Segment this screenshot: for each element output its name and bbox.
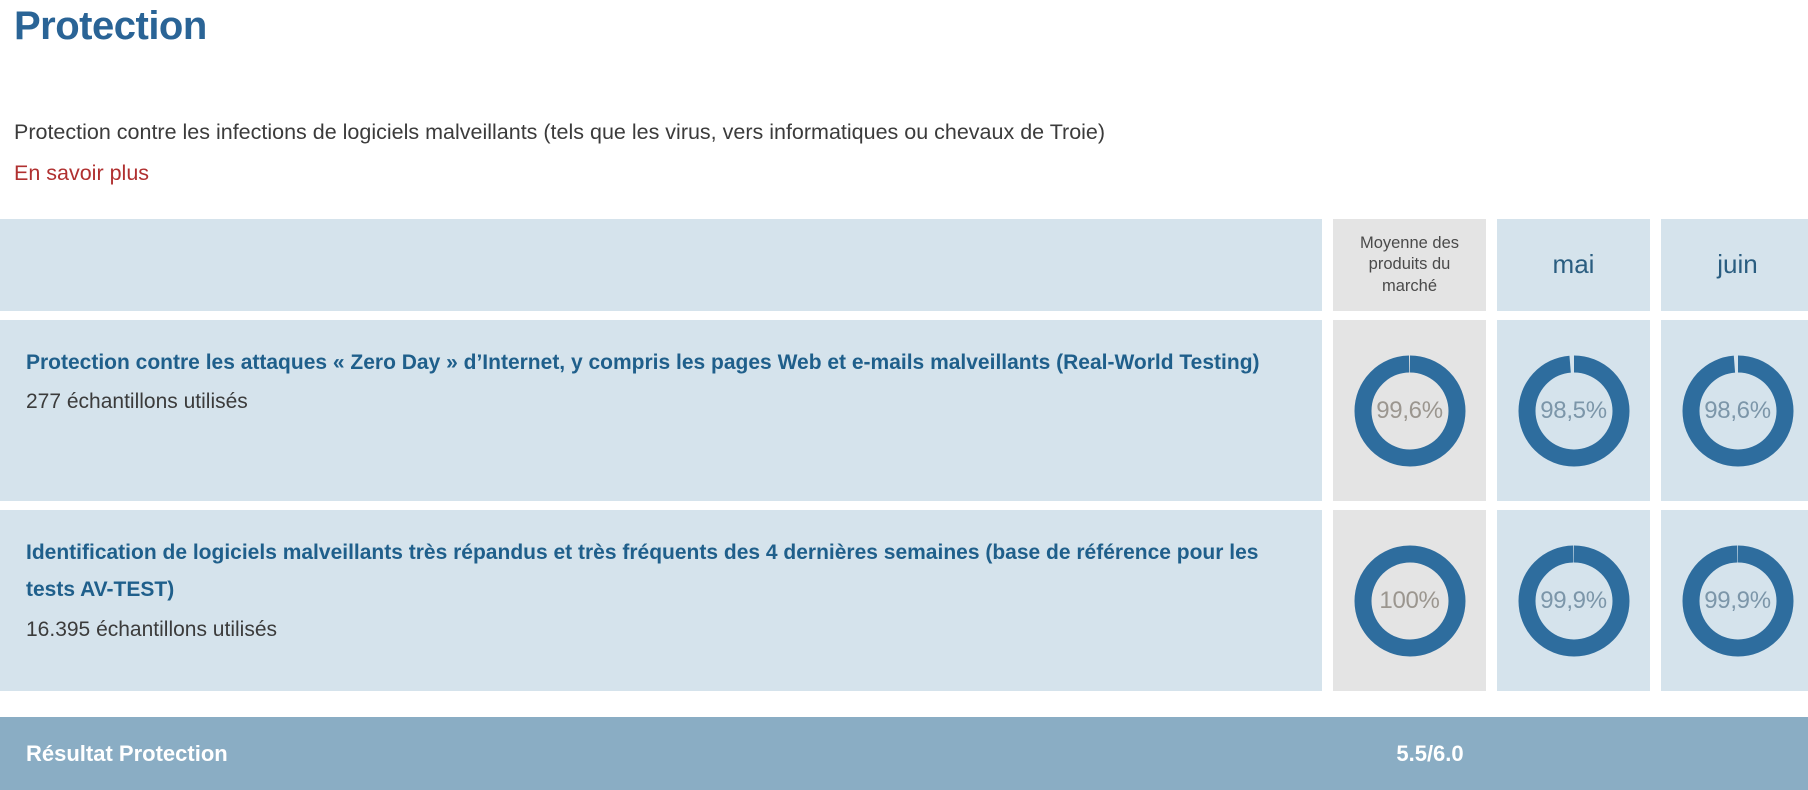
column-gap bbox=[1486, 510, 1497, 691]
protection-report-page: Protection Protection contre les infecti… bbox=[0, 0, 1808, 790]
donut-value-label: 99,9% bbox=[1540, 586, 1607, 614]
donut-chart-market-average: 100% bbox=[1349, 540, 1471, 662]
header-label-may: mai bbox=[1552, 249, 1595, 280]
donut-value-label: 98,5% bbox=[1540, 396, 1607, 424]
value-cell-may: 99,9% bbox=[1497, 510, 1650, 691]
column-gap bbox=[1322, 320, 1333, 501]
column-gap bbox=[1486, 320, 1497, 501]
section-description: Protection contre les infections de logi… bbox=[14, 120, 1106, 144]
column-gap bbox=[1322, 510, 1333, 691]
donut-chart-market-average: 99,6% bbox=[1349, 350, 1471, 472]
protection-results-table: Moyenne des produits du marché mai juin … bbox=[0, 219, 1808, 700]
donut-value-label: 99,6% bbox=[1376, 396, 1443, 424]
value-cell-market-average: 100% bbox=[1333, 510, 1486, 691]
table-header-row: Moyenne des produits du marché mai juin bbox=[0, 219, 1808, 311]
donut-chart-june: 98,6% bbox=[1677, 350, 1799, 472]
result-label: Résultat Protection bbox=[26, 740, 228, 766]
value-cell-june: 98,6% bbox=[1661, 320, 1808, 501]
header-cell-market-average: Moyenne des produits du marché bbox=[1333, 219, 1486, 311]
result-score: 5.5/6.0 bbox=[1396, 740, 1464, 766]
header-cell-may: mai bbox=[1497, 219, 1650, 311]
criterion-title: Identification de logiciels malveillants… bbox=[26, 541, 1259, 602]
value-cell-june: 99,9% bbox=[1661, 510, 1808, 691]
table-row: Protection contre les attaques « Zero Da… bbox=[0, 320, 1808, 501]
column-gap bbox=[1650, 219, 1661, 311]
column-gap bbox=[1486, 219, 1497, 311]
criterion-sample-count: 16.395 échantillons utilisés bbox=[26, 617, 277, 641]
table-row: Identification de logiciels malveillants… bbox=[0, 510, 1808, 691]
criterion-title: Protection contre les attaques « Zero Da… bbox=[26, 351, 1260, 374]
page-title: Protection bbox=[14, 4, 207, 48]
header-label-june: juin bbox=[1717, 249, 1758, 280]
donut-chart-may: 99,9% bbox=[1513, 540, 1635, 662]
header-label-market-average: Moyenne des produits du marché bbox=[1359, 234, 1460, 295]
learn-more-link[interactable]: En savoir plus bbox=[14, 159, 149, 188]
header-cell-criterion bbox=[0, 219, 1322, 311]
criterion-cell: Protection contre les attaques « Zero Da… bbox=[0, 320, 1322, 501]
donut-value-label: 99,9% bbox=[1704, 586, 1771, 614]
donut-value-label: 98,6% bbox=[1704, 396, 1771, 424]
column-gap bbox=[1650, 320, 1661, 501]
donut-chart-may: 98,5% bbox=[1513, 350, 1635, 472]
criterion-sample-count: 277 échantillons utilisés bbox=[26, 390, 248, 414]
value-cell-may: 98,5% bbox=[1497, 320, 1650, 501]
result-summary-bar: Résultat Protection 5.5/6.0 bbox=[0, 717, 1808, 790]
header-cell-june: juin bbox=[1661, 219, 1808, 311]
criterion-cell: Identification de logiciels malveillants… bbox=[0, 510, 1322, 691]
column-gap bbox=[1650, 510, 1661, 691]
column-gap bbox=[1322, 219, 1333, 311]
donut-chart-june: 99,9% bbox=[1677, 540, 1799, 662]
donut-value-label: 100% bbox=[1379, 586, 1440, 614]
value-cell-market-average: 99,6% bbox=[1333, 320, 1486, 501]
